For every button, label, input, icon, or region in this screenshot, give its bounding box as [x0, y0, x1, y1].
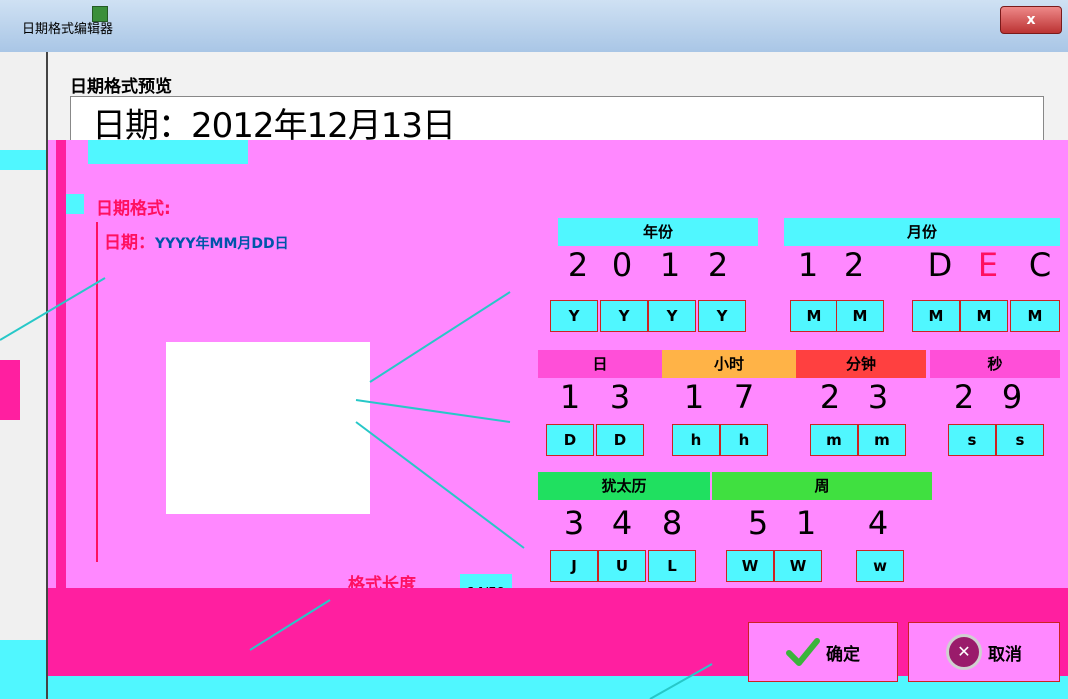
connector-lines [0, 277, 713, 699]
